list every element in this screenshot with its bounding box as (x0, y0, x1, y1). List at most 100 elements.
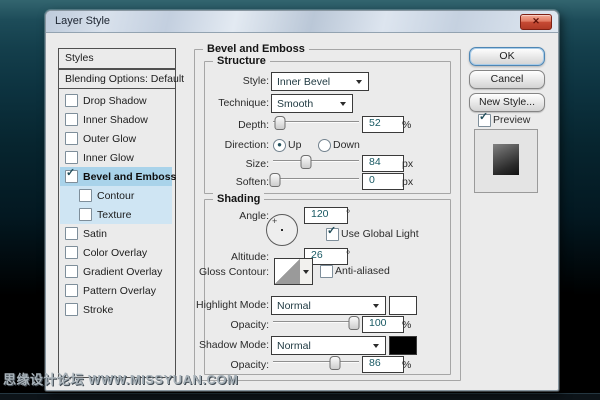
soften-slider[interactable] (273, 173, 359, 185)
direction-up-radio[interactable]: ● (273, 139, 286, 152)
shadow-mode-dropdown[interactable]: Normal (271, 336, 386, 355)
angle-value[interactable]: 120 (304, 207, 348, 224)
pattern-overlay-checkbox[interactable] (65, 284, 78, 297)
size-slider[interactable] (273, 155, 359, 167)
sidebar-item-drop-shadow[interactable]: Drop Shadow (60, 91, 172, 110)
shadow-color-swatch[interactable] (389, 336, 417, 355)
color-overlay-checkbox[interactable] (65, 246, 78, 259)
preview-swatch (493, 144, 519, 175)
size-value[interactable]: 84 (362, 155, 404, 172)
inner-shadow-checkbox[interactable] (65, 113, 78, 126)
check-icon: ✓ (479, 112, 491, 123)
close-icon: ✕ (532, 16, 540, 26)
sidebar-item-label: Bevel and Emboss (83, 171, 176, 183)
depth-slider-track[interactable] (273, 121, 359, 122)
highlight-mode-value: Normal (272, 300, 373, 312)
angle-dial[interactable]: + (266, 214, 298, 246)
depth-slider[interactable] (273, 116, 359, 128)
sidebar-blending-options[interactable]: Blending Options: Default (58, 69, 176, 90)
highlight-opacity-thumb[interactable] (348, 316, 359, 330)
contour-checkbox[interactable] (79, 189, 92, 202)
sidebar-item-pattern-overlay[interactable]: Pattern Overlay (60, 281, 172, 300)
shadow-opacity-thumb[interactable] (329, 356, 340, 370)
structure-legend: Structure (213, 55, 270, 67)
close-button[interactable]: ✕ (520, 14, 552, 30)
gloss-contour-label: Gloss Contour: (189, 266, 269, 278)
inner-glow-checkbox[interactable] (65, 151, 78, 164)
sidebar-item-bevel-and-emboss[interactable]: ✓ Bevel and Emboss (60, 167, 172, 186)
gradient-overlay-checkbox[interactable] (65, 265, 78, 278)
satin-checkbox[interactable] (65, 227, 78, 240)
highlight-opacity-track[interactable] (273, 321, 359, 322)
size-slider-thumb[interactable] (300, 155, 311, 169)
shading-legend: Shading (213, 193, 264, 205)
shadow-opacity-value[interactable]: 86 (362, 356, 404, 373)
highlight-mode-label: Highlight Mode: (189, 299, 269, 311)
shadow-opacity-track[interactable] (273, 361, 359, 362)
texture-checkbox[interactable] (79, 208, 92, 221)
size-slider-track[interactable] (273, 160, 359, 161)
background-bottom-strip (0, 393, 600, 400)
stroke-checkbox[interactable] (65, 303, 78, 316)
anti-aliased-label: Anti-aliased (335, 265, 390, 277)
screenshot-stage: Layer Style ✕ Styles Blending Options: D… (0, 0, 600, 400)
sidebar-item-texture[interactable]: Texture (60, 205, 172, 224)
style-label: Style: (199, 75, 269, 87)
angle-label: Angle: (199, 210, 269, 222)
sidebar-item-gradient-overlay[interactable]: Gradient Overlay (60, 262, 172, 281)
styles-list: Drop Shadow Inner Shadow Outer Glow Inne… (58, 88, 176, 378)
use-global-light-label: Use Global Light (341, 228, 419, 240)
drop-shadow-checkbox[interactable] (65, 94, 78, 107)
soften-slider-thumb[interactable] (269, 173, 280, 187)
depth-value[interactable]: 52 (362, 116, 404, 133)
outer-glow-checkbox[interactable] (65, 132, 78, 145)
sidebar-item-contour[interactable]: Contour (60, 186, 172, 205)
sidebar-item-label: Stroke (83, 304, 113, 316)
anti-aliased-checkbox[interactable] (320, 265, 333, 278)
sidebar-item-stroke[interactable]: Stroke (60, 300, 172, 319)
ok-button[interactable]: OK (469, 47, 545, 66)
direction-down-radio[interactable] (318, 139, 331, 152)
gloss-contour-dropdown-button[interactable] (300, 258, 313, 285)
style-dropdown[interactable]: Inner Bevel (271, 72, 369, 91)
cancel-button[interactable]: Cancel (469, 70, 545, 89)
sidebar-item-satin[interactable]: Satin (60, 224, 172, 243)
technique-dropdown[interactable]: Smooth (271, 94, 353, 113)
radio-dot-icon: ● (274, 139, 285, 150)
dialog-titlebar[interactable]: Layer Style ✕ (46, 11, 558, 33)
sidebar-item-inner-glow[interactable]: Inner Glow (60, 148, 172, 167)
sidebar-item-color-overlay[interactable]: Color Overlay (60, 243, 172, 262)
soften-value[interactable]: 0 (362, 173, 404, 190)
check-icon: ✓ (66, 168, 78, 179)
sidebar-item-inner-shadow[interactable]: Inner Shadow (60, 110, 172, 129)
technique-label: Technique: (199, 97, 269, 109)
check-icon: ✓ (327, 226, 339, 237)
sidebar-item-label: Contour (97, 190, 134, 202)
blending-options-label: Blending Options: Default (59, 70, 175, 85)
direction-label: Direction: (199, 139, 269, 151)
new-style-button[interactable]: New Style... (469, 93, 545, 112)
gloss-contour-thumbnail[interactable] (274, 258, 301, 285)
bevel-and-emboss-checkbox[interactable]: ✓ (65, 170, 78, 183)
highlight-opacity-slider[interactable] (273, 316, 359, 328)
sidebar-item-outer-glow[interactable]: Outer Glow (60, 129, 172, 148)
use-global-light-checkbox[interactable]: ✓ (326, 228, 339, 241)
soften-slider-track[interactable] (273, 178, 359, 179)
sidebar-styles-header[interactable]: Styles (58, 48, 176, 69)
styles-header-label: Styles (59, 49, 175, 64)
highlight-opacity-value[interactable]: 100 (362, 316, 404, 333)
sidebar-item-label: Texture (97, 209, 131, 221)
highlight-color-swatch[interactable] (389, 296, 417, 315)
preview-checkbox[interactable]: ✓ (478, 114, 491, 127)
depth-slider-thumb[interactable] (274, 116, 285, 130)
sidebar-item-label: Outer Glow (83, 133, 136, 145)
direction-down-label: Down (333, 139, 360, 151)
chevron-down-icon (303, 270, 309, 274)
shadow-opacity-slider[interactable] (273, 356, 359, 368)
chevron-down-icon (356, 80, 362, 84)
chevron-down-icon (373, 304, 379, 308)
shadow-mode-value: Normal (272, 340, 373, 352)
angle-indicator-icon: + (272, 216, 277, 226)
highlight-mode-dropdown[interactable]: Normal (271, 296, 386, 315)
depth-unit: % (402, 119, 411, 131)
